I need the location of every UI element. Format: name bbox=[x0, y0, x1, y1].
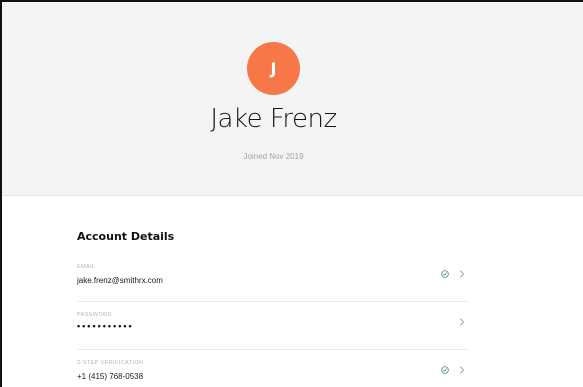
password-value: ••••••••••• bbox=[77, 321, 134, 331]
joined-date: Joined Nov 2019 bbox=[243, 152, 304, 161]
section-title: Account Details bbox=[77, 230, 175, 243]
check-circle-icon bbox=[441, 366, 449, 374]
two-step-row[interactable]: 2-STEP VERIFICATION +1 (415) 768-0538 bbox=[77, 350, 470, 387]
chevron-right-icon[interactable] bbox=[459, 318, 465, 326]
account-details-section: Account Details EMAIL jake.frenz@smithrx… bbox=[77, 230, 470, 387]
profile-name: Jake Frenz bbox=[210, 104, 337, 134]
password-row[interactable]: PASSWORD ••••••••••• bbox=[77, 302, 470, 350]
phone-value: +1 (415) 768-0538 bbox=[77, 372, 144, 381]
email-value: jake.frenz@smithrx.com bbox=[77, 276, 163, 285]
chevron-right-icon[interactable] bbox=[459, 270, 465, 278]
profile-page: J Jake Frenz Joined Nov 2019 Account Det… bbox=[0, 0, 583, 387]
profile-header: J Jake Frenz Joined Nov 2019 bbox=[2, 2, 583, 196]
two-step-label: 2-STEP VERIFICATION bbox=[77, 360, 144, 366]
avatar-initial: J bbox=[270, 59, 277, 78]
email-label: EMAIL bbox=[77, 264, 96, 270]
email-row[interactable]: EMAIL jake.frenz@smithrx.com bbox=[77, 254, 470, 302]
check-circle-icon bbox=[441, 270, 449, 278]
password-label: PASSWORD bbox=[77, 312, 112, 318]
avatar[interactable]: J bbox=[247, 42, 300, 95]
chevron-right-icon[interactable] bbox=[459, 366, 465, 374]
